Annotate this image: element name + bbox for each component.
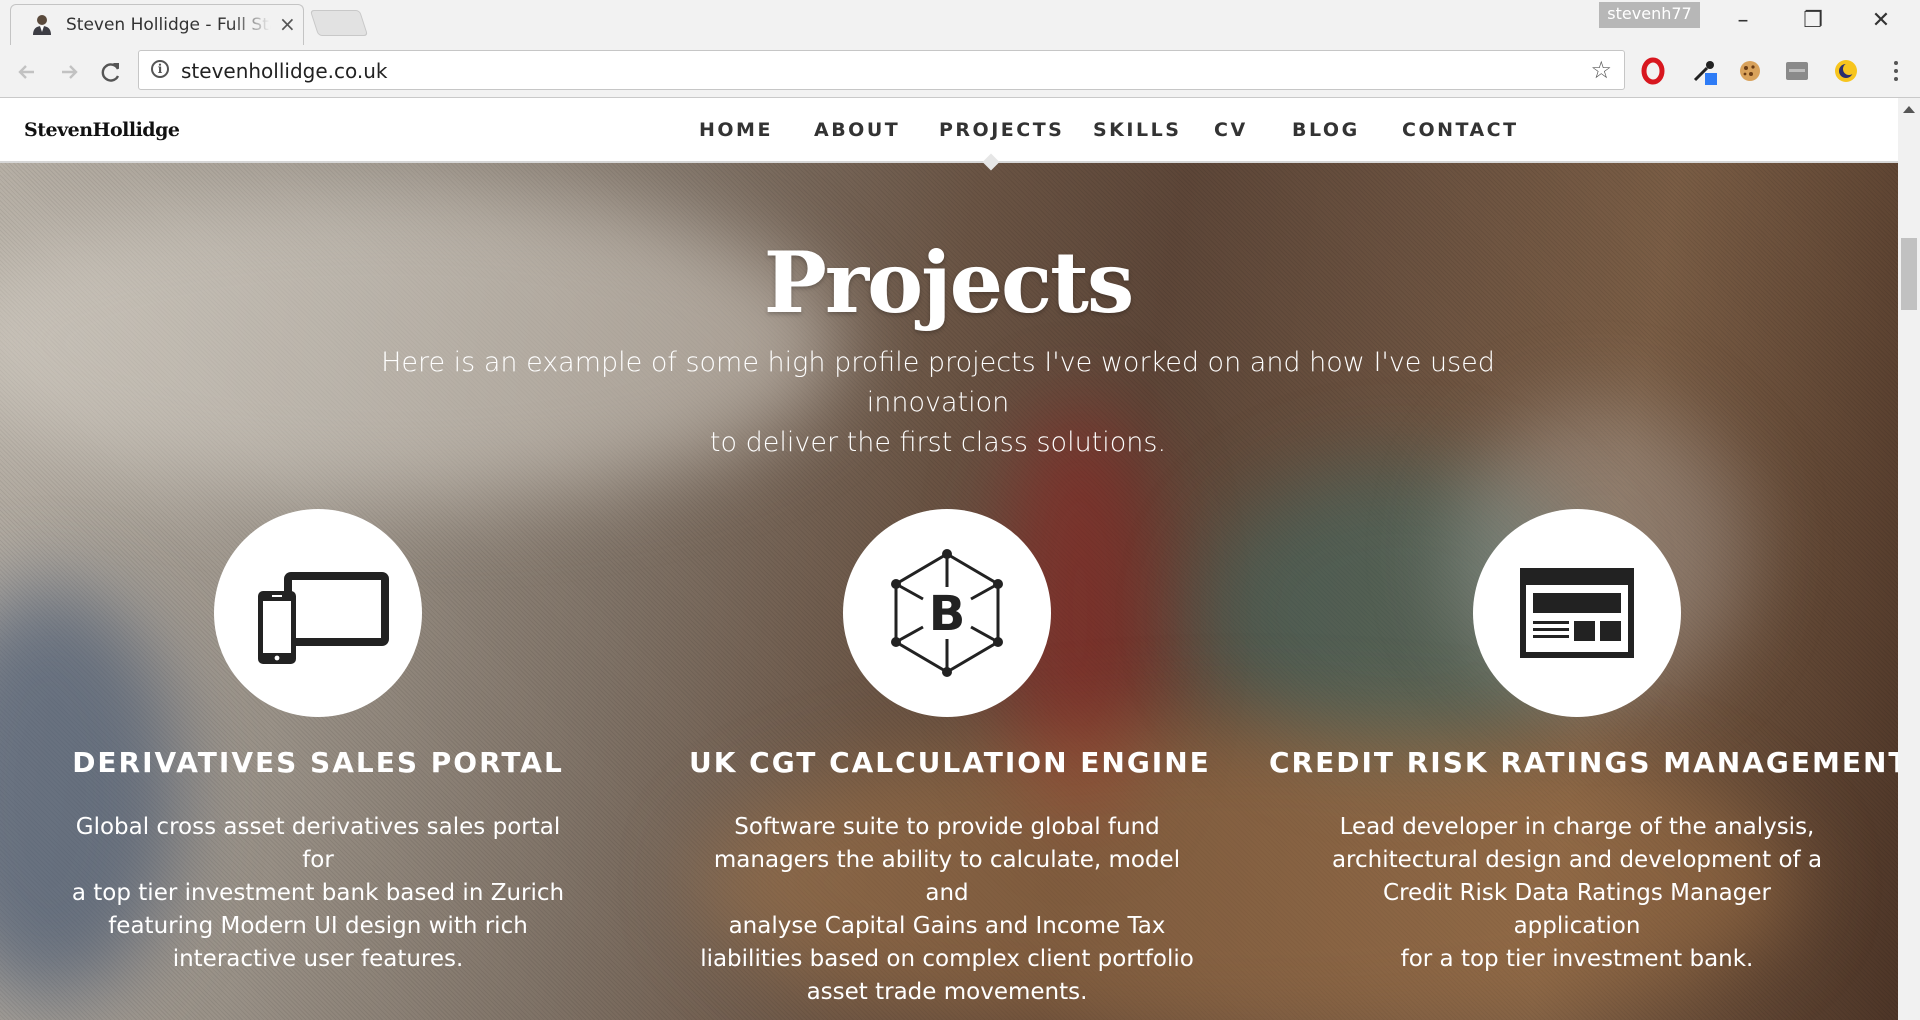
bookmark-star-icon[interactable]: ☆ bbox=[1590, 56, 1612, 84]
desc-line: analyse Capital Gains and Income Tax bbox=[728, 913, 1166, 939]
restore-icon[interactable]: ❐ bbox=[1785, 6, 1841, 36]
page-scrollbar[interactable] bbox=[1898, 98, 1920, 1020]
desc-line: architectural design and development of … bbox=[1331, 847, 1823, 873]
minimize-icon[interactable]: – bbox=[1715, 6, 1771, 36]
project-description: Software suite to provide global fund ma… bbox=[689, 811, 1205, 1009]
browser-titlebar: Steven Hollidge - Full Sta × stevenh77 –… bbox=[0, 0, 1920, 45]
browser-toolbar: i stevenhollidge.co.uk ☆ bbox=[0, 45, 1920, 98]
site-navbar: StevenHollidge HOME ABOUT PROJECTS SKILL… bbox=[0, 98, 1898, 163]
project-title: UK CGT CALCULATION ENGINE bbox=[689, 746, 1211, 779]
desc-line: Software suite to provide global fund bbox=[734, 814, 1160, 840]
nav-about[interactable]: ABOUT bbox=[814, 119, 900, 141]
opera-extension-icon[interactable] bbox=[1639, 57, 1667, 85]
site-info-icon[interactable]: i bbox=[151, 60, 169, 78]
address-bar[interactable]: i stevenhollidge.co.uk ☆ bbox=[138, 50, 1625, 90]
project-icon-circle bbox=[214, 509, 422, 717]
nav-cv[interactable]: CV bbox=[1214, 119, 1248, 141]
section-title: Projects bbox=[763, 233, 1135, 332]
browser-tab[interactable]: Steven Hollidge - Full Sta × bbox=[10, 4, 304, 45]
desc-line: for a top tier investment bank. bbox=[1400, 946, 1754, 972]
forward-arrow-icon[interactable] bbox=[54, 57, 84, 87]
project-icon-circle: B bbox=[843, 509, 1051, 717]
desc-line: interactive user features. bbox=[172, 946, 464, 972]
tab-title: Steven Hollidge - Full Sta bbox=[66, 15, 271, 35]
nav-projects[interactable]: PROJECTS bbox=[939, 119, 1064, 141]
subtitle-line: to deliver the first class solutions. bbox=[709, 427, 1167, 458]
svg-text:B: B bbox=[929, 586, 966, 642]
address-text[interactable]: stevenhollidge.co.uk bbox=[181, 59, 388, 83]
project-icon-circle bbox=[1473, 509, 1681, 717]
project-description: Global cross asset derivatives sales por… bbox=[60, 811, 576, 976]
desc-line: featuring Modern UI design with rich bbox=[108, 913, 528, 939]
nav-blog[interactable]: BLOG bbox=[1292, 119, 1360, 141]
nav-contact[interactable]: CONTACT bbox=[1402, 119, 1519, 141]
nav-skills[interactable]: SKILLS bbox=[1093, 119, 1181, 141]
eyedropper-extension-icon[interactable] bbox=[1690, 57, 1718, 85]
profile-badge[interactable]: stevenh77 bbox=[1599, 2, 1700, 28]
bitcoin-hexagon-icon: B bbox=[891, 549, 1003, 677]
desc-line: liabilities based on complex client port… bbox=[700, 946, 1194, 972]
project-description: Lead developer in charge of the analysis… bbox=[1319, 811, 1835, 976]
desc-line: a top tier investment bank based in Zuri… bbox=[71, 880, 565, 906]
project-title: CREDIT RISK RATINGS MANAGEMENT bbox=[1269, 746, 1898, 779]
scroll-thumb[interactable] bbox=[1901, 238, 1917, 310]
scroll-up-icon[interactable] bbox=[1903, 106, 1915, 113]
desc-line: Credit Risk Data Ratings Manager applica… bbox=[1383, 880, 1771, 939]
gray-extension-icon[interactable] bbox=[1783, 57, 1811, 85]
tab-close-icon[interactable]: × bbox=[279, 13, 296, 35]
browser-menu-icon[interactable] bbox=[1890, 57, 1902, 85]
profile-favicon-icon bbox=[33, 15, 51, 35]
devices-icon bbox=[258, 572, 389, 664]
browser-layout-icon bbox=[1520, 568, 1634, 658]
projects-section: Projects Here is an example of some high… bbox=[0, 163, 1898, 1020]
desc-line: Global cross asset derivatives sales por… bbox=[75, 814, 561, 873]
subtitle-line: Here is an example of some high profile … bbox=[381, 347, 1495, 418]
desc-line: Lead developer in charge of the analysis… bbox=[1339, 814, 1815, 840]
new-tab-button[interactable] bbox=[309, 10, 369, 36]
nav-home[interactable]: HOME bbox=[699, 119, 773, 141]
desc-line: asset trade movements. bbox=[806, 979, 1088, 1005]
cookie-extension-icon[interactable] bbox=[1736, 57, 1764, 85]
night-mode-extension-icon[interactable] bbox=[1832, 57, 1860, 85]
page-viewport: StevenHollidge HOME ABOUT PROJECTS SKILL… bbox=[0, 98, 1898, 1020]
site-logo[interactable]: StevenHollidge bbox=[24, 119, 180, 141]
section-subtitle: Here is an example of some high profile … bbox=[340, 343, 1536, 463]
back-arrow-icon[interactable] bbox=[12, 57, 42, 87]
project-title: DERIVATIVES SALES PORTAL bbox=[72, 746, 564, 779]
reload-icon[interactable] bbox=[96, 57, 126, 87]
window-close-icon[interactable]: ✕ bbox=[1853, 6, 1909, 36]
desc-line: managers the ability to calculate, model… bbox=[713, 847, 1181, 906]
